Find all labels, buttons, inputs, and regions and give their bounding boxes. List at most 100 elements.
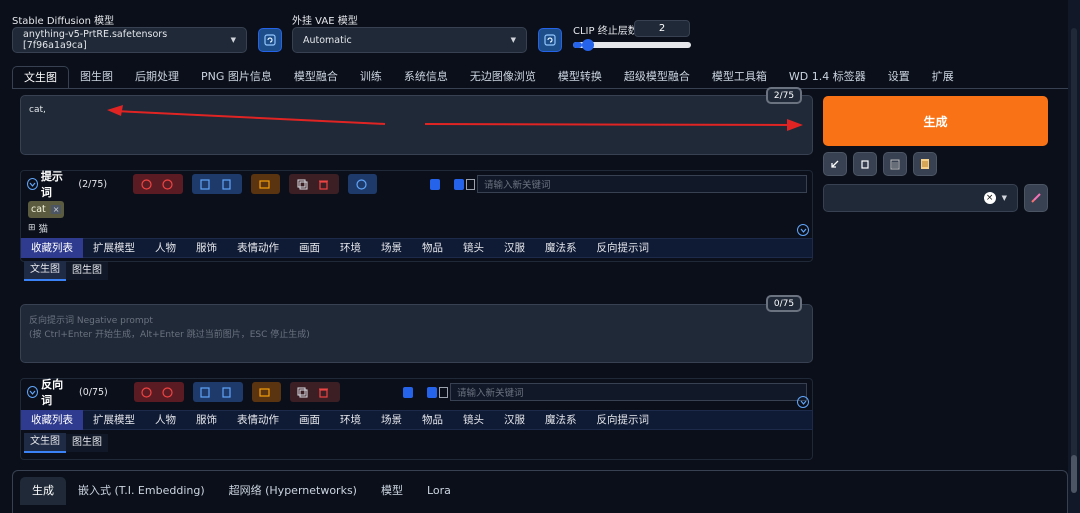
edit-icon[interactable] [196,175,214,193]
globe-icon[interactable] [352,175,370,193]
generate-button[interactable]: 生成 [823,96,1048,146]
tab-9[interactable]: 超级模型融合 [613,66,701,88]
dice-icon[interactable] [137,175,155,193]
apply-style-button[interactable] [1024,184,1048,212]
scrollbar-handle[interactable] [1071,455,1077,493]
tab-13[interactable]: 扩展 [921,66,965,88]
positive-keyword-input[interactable]: 请输入新关键词 [476,175,808,193]
category-tab-9[interactable]: 镜头 [453,238,494,258]
copy-icon[interactable] [294,383,312,401]
negative-prompt-input[interactable]: 反向提示词 Negative prompt (按 Ctrl+Enter 开始生成… [20,304,813,363]
category-tab-8[interactable]: 物品 [412,238,453,258]
save-style-button[interactable] [913,152,937,176]
category-tab-6[interactable]: 环境 [330,238,371,258]
tab-4[interactable]: 模型融合 [283,66,349,88]
negative-keyword-input[interactable]: 请输入新关键词 [450,383,807,401]
tab-6[interactable]: 系统信息 [393,66,459,88]
bookmark-icon[interactable] [218,383,236,401]
bookmark-icon[interactable] [217,175,235,193]
extra-networks-tab-1[interactable]: 嵌入式 (T.I. Embedding) [66,477,217,505]
category-tab-12[interactable]: 反向提示词 [587,238,660,258]
chevron-down-icon[interactable] [797,224,809,236]
category-tab-3[interactable]: 服饰 [186,238,227,258]
main-tabs: 文生图 图生图 后期处理 PNG 图片信息 模型融合 训练 系统信息 无边图像浏览 模型转换 超级… [12,66,1068,89]
subtab-1[interactable]: 图生图 [66,262,108,280]
tag-close-icon[interactable]: × [50,205,62,214]
category-tab-2[interactable]: 人物 [145,238,186,258]
clip-slider[interactable] [573,39,691,51]
dice-icon[interactable] [138,383,156,401]
checkbox[interactable] [453,178,464,190]
negative-category-tab-5[interactable]: 画面 [289,410,330,430]
negative-category-tab-0[interactable]: 收藏列表 [21,410,83,430]
category-tab-0[interactable]: 收藏列表 [21,238,83,258]
negative-category-tab-1[interactable]: 扩展模型 [83,410,145,430]
tab-5[interactable]: 训练 [349,66,393,88]
negative-category-tab-8[interactable]: 物品 [412,410,453,430]
clear-prompt-button[interactable] [853,152,877,176]
tab-1[interactable]: 图生图 [69,66,124,88]
negative-subtab-1[interactable]: 图生图 [66,434,108,452]
clip-number-input[interactable]: 2 [634,20,690,37]
model-dropdown[interactable]: anything-v5-PrtRE.safetensors [7f96a1a9c… [12,27,247,53]
read-params-button[interactable] [823,152,847,176]
trash-icon[interactable] [315,383,333,401]
refresh-models-button[interactable] [258,28,282,52]
chevron-down-icon[interactable] [27,178,38,190]
chevron-down-icon[interactable] [27,386,39,398]
tab-8[interactable]: 模型转换 [547,66,613,88]
tab-12[interactable]: 设置 [877,66,921,88]
trash-icon[interactable] [314,175,332,193]
styles-dropdown[interactable]: × ▼ [823,184,1018,212]
refresh-vae-button[interactable] [538,28,562,52]
negative-category-tab-4[interactable]: 表情动作 [227,410,289,430]
tab-3[interactable]: PNG 图片信息 [190,66,283,88]
tab-11[interactable]: WD 1.4 标签器 [778,66,877,88]
clear-icon[interactable]: × [983,192,996,204]
extra-networks-tab-2[interactable]: 超网络 (Hypernetworks) [217,477,369,505]
dice-icon[interactable] [159,383,177,401]
negative-category-tab-10[interactable]: 汉服 [494,410,535,430]
category-tab-1[interactable]: 扩展模型 [83,238,145,258]
category-tab-11[interactable]: 魔法系 [535,238,587,258]
translate-icon[interactable] [256,383,274,401]
negative-category-tab-7[interactable]: 场景 [371,410,412,430]
category-tab-7[interactable]: 场景 [371,238,412,258]
negative-category-tab-12[interactable]: 反向提示词 [587,410,660,430]
category-tab-10[interactable]: 汉服 [494,238,535,258]
checkbox[interactable] [402,386,413,398]
extra-networks-tab-3[interactable]: 模型 [369,477,415,505]
scrollbar[interactable] [1068,0,1080,513]
styles-button[interactable] [883,152,907,176]
checkbox[interactable] [438,386,448,398]
edit-group [192,174,243,194]
extra-networks-tab-4[interactable]: Lora [415,477,463,505]
tab-0[interactable]: 文生图 [12,66,69,88]
negative-category-tab-9[interactable]: 镜头 [453,410,494,430]
edit-icon[interactable] [197,383,215,401]
negative-category-tab-11[interactable]: 魔法系 [535,410,587,430]
prompt-tag[interactable]: cat × [28,201,65,218]
negative-category-tab-3[interactable]: 服饰 [186,410,227,430]
negative-category-tab-2[interactable]: 人物 [145,410,186,430]
extra-networks-tab-0[interactable]: 生成 [20,477,66,505]
tab-7[interactable]: 无边图像浏览 [459,66,547,88]
clip-slider-thumb[interactable] [582,39,595,51]
negative-subtab-0[interactable]: 文生图 [24,433,66,453]
tab-10[interactable]: 模型工具箱 [701,66,778,88]
negative-category-tab-6[interactable]: 环境 [330,410,371,430]
category-tab-4[interactable]: 表情动作 [227,238,289,258]
dice-icon[interactable] [158,175,176,193]
subtab-0[interactable]: 文生图 [24,261,66,281]
checkbox[interactable] [426,386,437,398]
tab-2[interactable]: 后期处理 [124,66,190,88]
vae-dropdown[interactable]: Automatic ▼ [292,27,527,53]
checkbox[interactable] [430,178,440,190]
scrollbar-thumb[interactable] [1071,28,1077,468]
checkbox[interactable] [465,178,475,190]
category-tab-5[interactable]: 画面 [289,238,330,258]
chevron-down-icon: ▼ [510,36,516,44]
chevron-down-icon[interactable] [797,396,809,408]
translate-icon[interactable] [255,175,273,193]
copy-icon[interactable] [293,175,311,193]
